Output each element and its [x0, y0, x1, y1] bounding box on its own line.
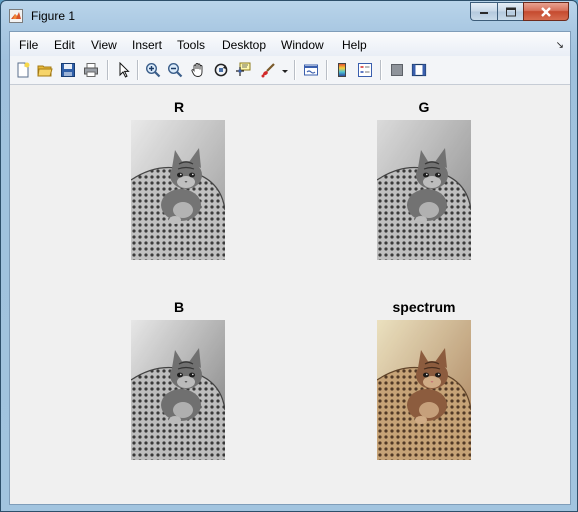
menu-edit[interactable]: Edit [54, 38, 75, 52]
save-button[interactable] [58, 60, 78, 80]
print-icon [84, 63, 98, 77]
menu-desktop[interactable]: Desktop [222, 38, 266, 52]
zoom-out-button[interactable] [165, 60, 185, 80]
toolbar-separator [294, 60, 296, 80]
edit-plot-button[interactable] [114, 60, 134, 80]
rotate-3d-icon [214, 63, 228, 77]
kitten-image-red-channel [131, 120, 225, 260]
legend-button[interactable] [355, 60, 375, 80]
edit-plot-arrow-icon [119, 62, 130, 78]
kitten-image-green-channel [377, 120, 471, 260]
figure-canvas[interactable]: R G B spectrum [10, 85, 570, 504]
rotate-3d-button[interactable] [211, 60, 231, 80]
maximize-icon [505, 7, 516, 16]
kitten-image-full-color [377, 320, 471, 460]
toolbar-separator [137, 60, 139, 80]
title-bar[interactable]: Figure 1 [1, 1, 577, 31]
toolbar-separator [326, 60, 328, 80]
minimize-button[interactable] [470, 2, 497, 21]
subplot-title-spectrum: spectrum [392, 299, 456, 315]
matlab-icon[interactable] [9, 9, 23, 23]
zoom-in-button[interactable] [143, 60, 163, 80]
figure-client-area: File Edit View Insert Tools Desktop Wind… [9, 31, 571, 505]
new-figure-button[interactable] [13, 60, 33, 80]
kitten-image-blue-channel [131, 320, 225, 460]
open-file-button[interactable] [35, 60, 55, 80]
figure-window: Figure 1 File Edit View Insert Tools Des… [0, 0, 578, 512]
menu-insert[interactable]: Insert [132, 38, 162, 52]
colorbar-button[interactable] [332, 60, 352, 80]
subplot-image-r[interactable] [131, 120, 225, 260]
window-title: Figure 1 [31, 9, 76, 23]
save-icon [61, 63, 75, 77]
subplot-title-r: R [173, 99, 185, 115]
subplot-title-b: B [173, 299, 185, 315]
toolbar-separator [380, 60, 382, 80]
menu-file[interactable]: File [19, 38, 38, 52]
new-figure-icon [17, 62, 30, 78]
open-file-icon [37, 65, 53, 77]
subplot-image-g[interactable] [377, 120, 471, 260]
legend-icon [358, 63, 372, 77]
figure-toolbar [10, 56, 570, 85]
show-plot-tools-button[interactable] [409, 60, 429, 80]
zoom-out-icon [167, 62, 183, 78]
menu-window[interactable]: Window [281, 38, 324, 52]
pan-button[interactable] [188, 60, 208, 80]
close-icon [541, 6, 551, 17]
link-plot-icon [304, 64, 318, 76]
subplot-title-g: G [418, 99, 430, 115]
link-plot-button[interactable] [301, 60, 321, 80]
subplot-image-b[interactable] [131, 320, 225, 460]
hide-plot-tools-button[interactable] [387, 60, 407, 80]
print-button[interactable] [81, 60, 101, 80]
minimize-icon [480, 11, 488, 14]
menu-bar: File Edit View Insert Tools Desktop Wind… [10, 32, 570, 57]
window-controls [470, 2, 569, 21]
data-cursor-button[interactable] [233, 60, 253, 80]
menu-view[interactable]: View [91, 38, 117, 52]
brush-dropdown-button[interactable] [279, 60, 289, 80]
chevron-down-icon [282, 70, 288, 73]
zoom-in-icon [145, 62, 161, 78]
menu-help[interactable]: Help [342, 38, 367, 52]
menu-tools[interactable]: Tools [177, 38, 205, 52]
dock-arrow-icon[interactable]: ↘ [556, 40, 564, 51]
toolbar-separator [107, 60, 109, 80]
close-button[interactable] [523, 2, 569, 21]
brush-icon [261, 63, 275, 78]
data-cursor-icon [236, 62, 251, 76]
pan-hand-icon [191, 63, 203, 77]
hide-plot-tools-icon [391, 64, 403, 76]
subplot-image-spectrum[interactable] [377, 320, 471, 460]
maximize-button[interactable] [497, 2, 523, 21]
show-plot-tools-icon [411, 63, 427, 77]
brush-button[interactable] [258, 60, 278, 80]
colorbar-icon [338, 63, 346, 77]
